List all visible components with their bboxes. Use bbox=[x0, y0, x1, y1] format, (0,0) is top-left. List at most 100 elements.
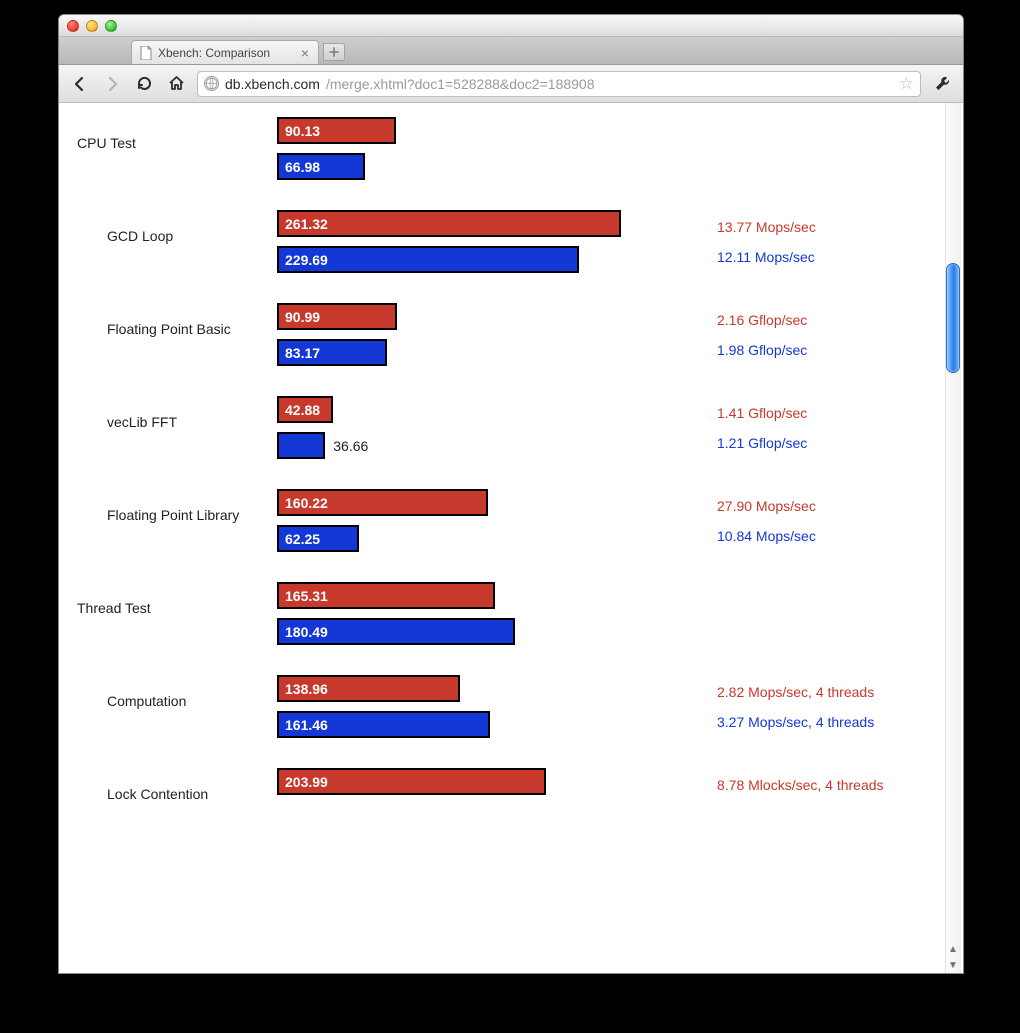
home-button[interactable] bbox=[165, 73, 187, 95]
bar-wrap: 229.69 bbox=[277, 246, 697, 273]
bars: 90.99 83.17 bbox=[277, 303, 697, 366]
benchmark-label: Floating Point Basic bbox=[77, 303, 277, 366]
new-tab-button[interactable] bbox=[323, 43, 345, 61]
scroll-up-arrow-icon[interactable]: ▲ bbox=[945, 941, 961, 957]
benchmark-row: Floating Point Library160.22 62.25 27.90 M… bbox=[77, 489, 945, 552]
blue-bar: 161.46 bbox=[277, 711, 490, 738]
red-bar: 165.31 bbox=[277, 582, 495, 609]
metrics: 27.90 Mops/sec 10.84 Mops/sec bbox=[697, 489, 907, 552]
bars: 42.8836.66 bbox=[277, 396, 697, 459]
bar-wrap: 180.49 bbox=[277, 618, 697, 645]
bars: 261.32 229.69 bbox=[277, 210, 697, 273]
zoom-window-button[interactable] bbox=[105, 20, 117, 32]
blue-bar: 229.69 bbox=[277, 246, 579, 273]
bars: 138.96 161.46 bbox=[277, 675, 697, 738]
bar-value: 36.66 bbox=[333, 438, 368, 454]
tabstrip: Xbench: Comparison × bbox=[59, 37, 963, 65]
bar-wrap: 138.96 bbox=[277, 675, 697, 702]
bar-wrap: 261.32 bbox=[277, 210, 697, 237]
metric-b: 1.21 Gflop/sec bbox=[717, 435, 907, 451]
benchmark-row: Lock Contention203.99 8.78 Mlocks/sec, 4 … bbox=[77, 768, 945, 802]
blue-bar bbox=[277, 432, 325, 459]
metric-a: 8.78 Mlocks/sec, 4 threads bbox=[717, 777, 907, 793]
benchmark-row: CPU Test90.13 66.98 bbox=[77, 117, 945, 180]
bar-wrap: 160.22 bbox=[277, 489, 697, 516]
metrics: 13.77 Mops/sec 12.11 Mops/sec bbox=[697, 210, 907, 273]
bar-wrap: 66.98 bbox=[277, 153, 697, 180]
close-tab-icon[interactable]: × bbox=[298, 46, 312, 60]
benchmark-label: Lock Contention bbox=[77, 768, 277, 802]
benchmark-label: GCD Loop bbox=[77, 210, 277, 273]
browser-window: Xbench: Comparison × db.xbench.com/merge… bbox=[58, 14, 964, 974]
bar-wrap: 42.88 bbox=[277, 396, 697, 423]
reload-button[interactable] bbox=[133, 73, 155, 95]
red-bar: 160.22 bbox=[277, 489, 488, 516]
bar-wrap: 90.99 bbox=[277, 303, 697, 330]
benchmark-row: Floating Point Basic90.99 83.17 2.16 Gflop… bbox=[77, 303, 945, 366]
metric-a: 27.90 Mops/sec bbox=[717, 498, 907, 514]
page-icon bbox=[140, 46, 152, 60]
window-controls bbox=[67, 20, 117, 32]
benchmark-row: GCD Loop261.32 229.69 13.77 Mops/sec 12.11 … bbox=[77, 210, 945, 273]
benchmark-label: Floating Point Library bbox=[77, 489, 277, 552]
toolbar: db.xbench.com/merge.xhtml?doc1=528288&do… bbox=[59, 65, 963, 103]
titlebar bbox=[59, 15, 963, 37]
metrics bbox=[697, 582, 907, 645]
tab-xbench-comparison[interactable]: Xbench: Comparison × bbox=[131, 40, 319, 64]
bar-wrap: 36.66 bbox=[277, 432, 697, 459]
red-bar: 261.32 bbox=[277, 210, 621, 237]
scroll-down-arrow-icon[interactable]: ▼ bbox=[945, 957, 961, 973]
bars: 165.31 180.49 bbox=[277, 582, 697, 645]
bar-wrap: 203.99 bbox=[277, 768, 697, 795]
red-bar: 203.99 bbox=[277, 768, 546, 795]
forward-button[interactable] bbox=[101, 73, 123, 95]
metric-a: 13.77 Mops/sec bbox=[717, 219, 907, 235]
vertical-scrollbar[interactable]: ▲ ▼ bbox=[945, 103, 961, 973]
bar-wrap: 161.46 bbox=[277, 711, 697, 738]
bars: 160.22 62.25 bbox=[277, 489, 697, 552]
metric-b: 10.84 Mops/sec bbox=[717, 528, 907, 544]
benchmark-row: Thread Test165.31 180.49 bbox=[77, 582, 945, 645]
red-bar: 138.96 bbox=[277, 675, 460, 702]
bar-wrap: 165.31 bbox=[277, 582, 697, 609]
bar-wrap: 90.13 bbox=[277, 117, 697, 144]
red-bar: 90.99 bbox=[277, 303, 397, 330]
bars: 90.13 66.98 bbox=[277, 117, 697, 180]
minimize-window-button[interactable] bbox=[86, 20, 98, 32]
metrics: 2.82 Mops/sec, 4 threads3.27 Mops/sec, 4… bbox=[697, 675, 907, 738]
red-bar: 42.88 bbox=[277, 396, 333, 423]
metric-b: 1.98 Gflop/sec bbox=[717, 342, 907, 358]
benchmark-table: CPU Test90.13 66.98 GCD Loop261.32 229.69 13… bbox=[59, 103, 963, 872]
page-viewport: CPU Test90.13 66.98 GCD Loop261.32 229.69 13… bbox=[59, 103, 963, 973]
bar-wrap: 83.17 bbox=[277, 339, 697, 366]
blue-bar: 62.25 bbox=[277, 525, 359, 552]
metrics bbox=[697, 117, 907, 180]
blue-bar: 180.49 bbox=[277, 618, 515, 645]
settings-wrench-icon[interactable] bbox=[931, 73, 953, 95]
metric-b: 12.11 Mops/sec bbox=[717, 249, 907, 265]
bookmark-star-icon[interactable]: ☆ bbox=[899, 74, 914, 94]
scrollbar-thumb[interactable] bbox=[946, 263, 960, 373]
red-bar: 90.13 bbox=[277, 117, 396, 144]
url-host: db.xbench.com bbox=[225, 76, 320, 92]
bars: 203.99 bbox=[277, 768, 697, 802]
metrics: 2.16 Gflop/sec 1.98 Gflop/sec bbox=[697, 303, 907, 366]
tab-title: Xbench: Comparison bbox=[158, 46, 270, 60]
metric-a: 1.41 Gflop/sec bbox=[717, 405, 907, 421]
benchmark-label: Computation bbox=[77, 675, 277, 738]
url-path: /merge.xhtml?doc1=528288&doc2=188908 bbox=[326, 76, 595, 92]
address-bar[interactable]: db.xbench.com/merge.xhtml?doc1=528288&do… bbox=[197, 71, 921, 97]
site-icon bbox=[204, 76, 219, 91]
blue-bar: 83.17 bbox=[277, 339, 387, 366]
metric-a: 2.16 Gflop/sec bbox=[717, 312, 907, 328]
back-button[interactable] bbox=[69, 73, 91, 95]
blue-bar: 66.98 bbox=[277, 153, 365, 180]
benchmark-row: Computation138.96 161.46 2.82 Mops/sec, 4 … bbox=[77, 675, 945, 738]
metric-b: 3.27 Mops/sec, 4 threads bbox=[717, 714, 907, 730]
bar-wrap: 62.25 bbox=[277, 525, 697, 552]
benchmark-label: Thread Test bbox=[77, 582, 277, 645]
metrics: 8.78 Mlocks/sec, 4 threads bbox=[697, 768, 907, 802]
benchmark-label: CPU Test bbox=[77, 117, 277, 180]
metrics: 1.41 Gflop/sec 1.21 Gflop/sec bbox=[697, 396, 907, 459]
close-window-button[interactable] bbox=[67, 20, 79, 32]
